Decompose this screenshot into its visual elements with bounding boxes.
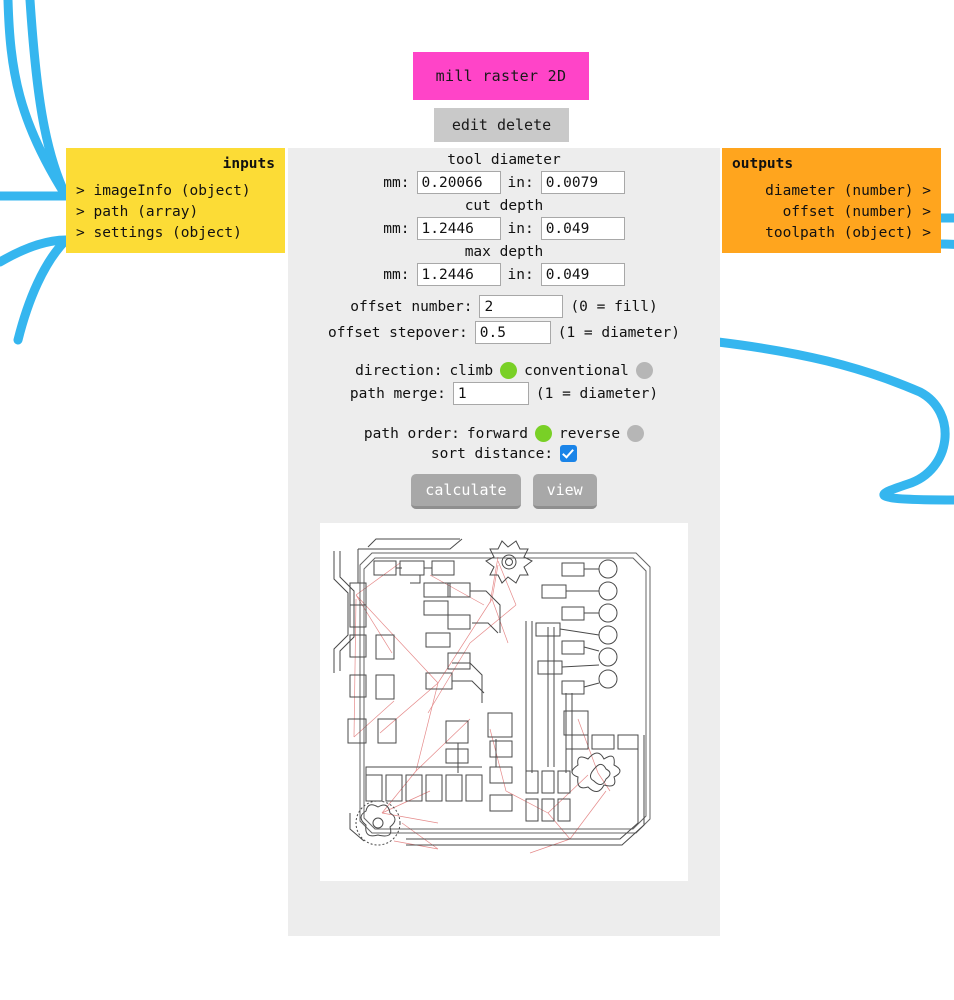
direction-conventional-label: conventional: [524, 362, 629, 379]
output-port-diameter[interactable]: diameter (number) >: [732, 181, 931, 202]
path-order-forward-radio[interactable]: [535, 425, 553, 442]
port-arrow-icon: >: [922, 183, 931, 199]
max-depth-row: mm: in:: [288, 263, 720, 286]
offset-number-hint: (0 = fill): [570, 298, 658, 315]
node-menu: edit delete: [434, 108, 569, 142]
direction-climb-label: climb: [449, 362, 494, 379]
path-merge-row: path merge: (1 = diameter): [288, 382, 720, 405]
offset-stepover-input[interactable]: [474, 321, 551, 344]
node-title-bar[interactable]: mill raster 2D: [413, 52, 589, 100]
cut-depth-in-input[interactable]: [540, 217, 625, 240]
cut-depth-label: cut depth: [464, 198, 544, 214]
node-body-panel: tool diameter mm: in: cut depth mm: in: …: [288, 148, 720, 936]
output-port-toolpath[interactable]: toolpath (object) >: [732, 223, 931, 244]
inputs-heading: inputs: [222, 156, 275, 172]
path-merge-hint: (1 = diameter): [535, 385, 659, 402]
tool-diameter-label: tool diameter: [447, 152, 561, 168]
input-port-label: imageInfo (object): [93, 183, 251, 199]
offset-number-label: offset number:: [350, 298, 473, 315]
direction-row: direction: climb conventional: [288, 362, 720, 379]
input-port-path[interactable]: > path (array): [76, 202, 275, 223]
path-order-forward-label: forward: [466, 425, 529, 442]
cut-depth-mm-label: mm:: [383, 220, 410, 237]
tool-diameter-mm-input[interactable]: [416, 171, 501, 194]
tool-diameter-in-input[interactable]: [540, 171, 625, 194]
path-order-row: path order: forward reverse: [288, 425, 720, 442]
max-depth-mm-input[interactable]: [416, 263, 501, 286]
cut-depth-row: mm: in:: [288, 217, 720, 240]
path-merge-input[interactable]: [452, 382, 529, 405]
output-port-label: offset (number): [782, 204, 914, 220]
path-order-reverse-label: reverse: [559, 425, 621, 442]
port-arrow-icon: >: [76, 204, 85, 220]
offset-stepover-label: offset stepover:: [328, 324, 468, 341]
tool-diameter-mm-label: mm:: [383, 174, 410, 191]
sort-distance-checkbox[interactable]: [560, 445, 578, 462]
outputs-panel: outputs diameter (number) > offset (numb…: [722, 148, 941, 253]
max-depth-in-label: in:: [507, 266, 534, 283]
path-merge-label: path merge:: [349, 385, 446, 402]
input-port-imageinfo[interactable]: > imageInfo (object): [76, 181, 275, 202]
offset-number-input[interactable]: [479, 295, 564, 318]
output-port-label: toolpath (object): [765, 225, 914, 241]
output-port-offset[interactable]: offset (number) >: [732, 202, 931, 223]
cut-depth-in-label: in:: [507, 220, 534, 237]
calculate-button[interactable]: calculate: [411, 474, 521, 509]
tool-diameter-row: mm: in:: [288, 171, 720, 194]
max-depth-label: max depth: [464, 244, 544, 260]
outputs-heading: outputs: [732, 156, 794, 172]
tool-diameter-in-label: in:: [507, 174, 534, 191]
path-order-label: path order:: [363, 425, 460, 442]
output-port-label: diameter (number): [765, 183, 914, 199]
port-arrow-icon: >: [922, 225, 931, 241]
inputs-panel: inputs > imageInfo (object) > path (arra…: [66, 148, 285, 253]
max-depth-in-input[interactable]: [540, 263, 625, 286]
direction-label: direction:: [355, 362, 443, 379]
cut-depth-mm-input[interactable]: [416, 217, 501, 240]
max-depth-mm-label: mm:: [383, 266, 410, 283]
input-port-label: settings (object): [93, 225, 242, 241]
offset-stepover-hint: (1 = diameter): [557, 324, 680, 341]
offset-stepover-row: offset stepover: (1 = diameter): [288, 321, 720, 344]
offset-number-row: offset number: (0 = fill): [288, 295, 720, 318]
direction-conventional-radio[interactable]: [635, 362, 653, 379]
port-arrow-icon: >: [76, 183, 85, 199]
sort-distance-label: sort distance:: [430, 445, 554, 462]
input-port-settings[interactable]: > settings (object): [76, 223, 275, 244]
toolpath-preview-canvas[interactable]: [320, 523, 688, 881]
path-order-reverse-radio[interactable]: [627, 425, 645, 442]
port-arrow-icon: >: [922, 204, 931, 220]
direction-climb-radio[interactable]: [500, 362, 518, 379]
sort-distance-row: sort distance:: [288, 445, 720, 462]
edit-button[interactable]: edit: [452, 116, 488, 134]
action-buttons: calculate view: [288, 474, 720, 509]
view-button[interactable]: view: [532, 474, 597, 509]
node-title-text: mill raster 2D: [435, 67, 567, 85]
port-arrow-icon: >: [76, 225, 85, 241]
input-port-label: path (array): [93, 204, 199, 220]
delete-button[interactable]: delete: [497, 116, 551, 134]
